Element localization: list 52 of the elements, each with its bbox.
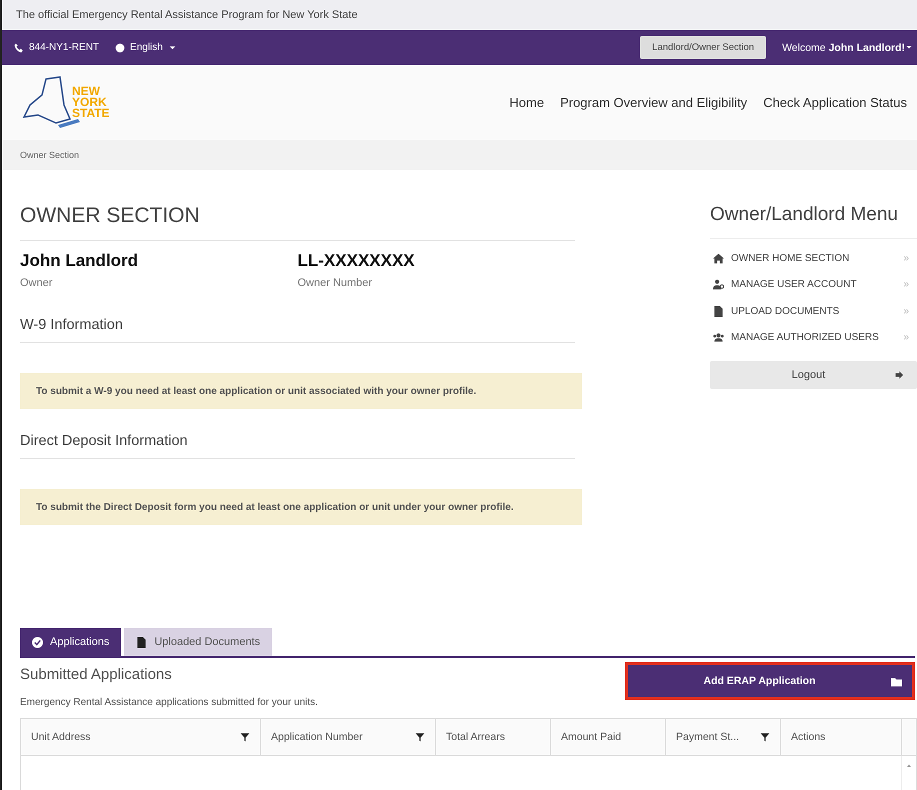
info-alert: To submit the Direct Deposit form you need at least one application or unit under your owner profile. xyxy=(20,489,582,525)
phone-icon xyxy=(14,42,24,52)
tab[interactable]: Applications xyxy=(20,628,122,656)
logo-text: STATE xyxy=(72,108,110,119)
menu-item[interactable]: OWNER HOME SECTION » xyxy=(710,245,917,272)
menu-item[interactable]: MANAGE AUTHORIZED USERS » xyxy=(710,324,917,351)
owner-name: John Landlord xyxy=(20,251,140,271)
sign-out-icon xyxy=(895,370,905,380)
house-icon xyxy=(713,252,724,264)
users-icon xyxy=(713,332,724,344)
chevron-icon: » xyxy=(903,306,917,317)
nav-link[interactable]: Check Application Status xyxy=(763,95,907,110)
phone-link[interactable]: 844-NY1-RENT xyxy=(14,42,100,53)
logout-button[interactable]: Logout xyxy=(710,361,917,389)
field-label: Owner xyxy=(20,277,54,289)
check-circle-icon xyxy=(32,636,43,648)
scroll-up-icon xyxy=(905,762,913,770)
notice-text: The official Emergency Rental Assistance Program for New York State xyxy=(2,0,917,30)
tab[interactable]: Uploaded Documents xyxy=(124,628,272,656)
add-application-button[interactable]: Add ERAP Application xyxy=(628,665,912,697)
field-label: Owner Number xyxy=(298,277,374,289)
menu-title: Owner/Landlord Menu xyxy=(710,204,917,239)
chevron-icon: » xyxy=(903,252,917,264)
column-header[interactable]: Unit Address xyxy=(21,719,261,755)
owner-number: LL-XXXXXXXX xyxy=(298,251,416,271)
menu-item[interactable]: UPLOAD DOCUMENTS » xyxy=(710,298,917,324)
user-menu[interactable]: Welcome John Landlord! xyxy=(782,42,917,54)
logo-text: YORK xyxy=(72,97,107,108)
nav-link[interactable]: Program Overview and Eligibility xyxy=(560,95,748,110)
nav-link[interactable]: Home xyxy=(509,95,544,110)
language-dropdown[interactable]: English xyxy=(115,42,177,53)
breadcrumb: Owner Section xyxy=(2,140,917,170)
section-button[interactable]: Landlord/Owner Section xyxy=(640,36,766,59)
chevron-icon: » xyxy=(903,279,917,290)
page-title: OWNER SECTION xyxy=(20,204,575,241)
column-header[interactable]: Payment St... xyxy=(666,719,781,755)
file-icon xyxy=(713,306,724,317)
section-heading: Direct Deposit Information xyxy=(20,433,575,459)
user-icon xyxy=(713,279,724,290)
section-description: Emergency Rental Assistance applications submitted for your units. xyxy=(20,697,319,708)
folder-icon xyxy=(891,676,902,686)
column-header[interactable]: Actions xyxy=(781,719,902,755)
logo-text: NEW xyxy=(72,86,100,97)
column-header[interactable]: Amount Paid xyxy=(551,719,666,755)
menu-item[interactable]: MANAGE USER ACCOUNT » xyxy=(710,272,917,298)
section-title: Submitted Applications xyxy=(20,666,173,683)
column-header[interactable]: Total Arrears xyxy=(436,719,551,755)
chevron-icon: » xyxy=(903,332,917,344)
file-icon xyxy=(136,636,148,648)
column-header[interactable]: Application Number xyxy=(261,719,436,755)
info-alert: To submit a W-9 you need at least one application or unit associated with your owner profile. xyxy=(20,373,582,409)
section-heading: W-9 Information xyxy=(20,317,575,343)
